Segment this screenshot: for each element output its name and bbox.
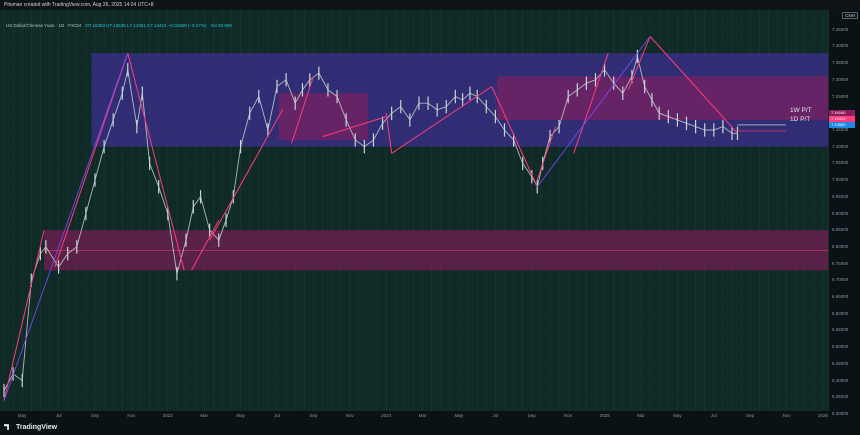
price-tick-label: 6.35000: [832, 394, 849, 400]
tradingview-logo[interactable]: TradingView: [4, 424, 57, 431]
symbol-legend: US Dollar/Chinese Yuan · 1D · FXCM O7.16…: [6, 23, 232, 28]
time-tick-label: Sep: [746, 413, 755, 418]
time-tick-label: May: [17, 413, 27, 418]
time-tick-label: Jul: [492, 413, 499, 418]
time-tick-label: May: [673, 413, 682, 418]
price-tick-label: 6.85000: [832, 227, 849, 233]
price-tick-label: 6.70000: [832, 277, 849, 283]
price-tick-label: 7.00000: [832, 177, 849, 183]
price-tick-label: 6.95000: [832, 193, 849, 199]
time-tick-label: 2025: [599, 413, 610, 418]
ohlc-values: O7.16383 H7.16535 L7.14361 C7.14424 −0.0…: [85, 23, 207, 28]
volume-value: Vol 82.55K: [210, 23, 233, 28]
publish-bar: Pituman created with TradingView.com, Au…: [0, 0, 860, 10]
price-tick-label: 6.40000: [832, 377, 849, 383]
price-tick-label: 6.80000: [832, 243, 849, 249]
price-tick-label: 6.50000: [832, 344, 849, 350]
price-tick-label: 7.30000: [832, 76, 849, 82]
symbol-name[interactable]: US Dollar/Chinese Yuan · 1D · FXCM: [6, 23, 81, 28]
time-tick-label: Mar: [418, 413, 427, 418]
time-tick-label: Mar: [200, 413, 209, 418]
time-tick-label: Nov: [127, 413, 136, 418]
time-tick-label: Mar: [637, 413, 645, 418]
time-tick-label: 2024: [381, 413, 392, 418]
footer: TradingView: [0, 421, 860, 435]
tradingview-logo-icon: [4, 424, 9, 431]
weekly-price-target-label: 1W P/T: [790, 107, 812, 114]
price-tick-label: 6.90000: [832, 210, 849, 216]
target-price-tag: 7.13550: [829, 122, 855, 128]
time-tick-label: May: [236, 413, 245, 418]
price-tick-label: 7.05000: [832, 160, 849, 166]
price-tick-label: 7.35000: [832, 60, 849, 66]
time-tick-label: Nov: [564, 413, 573, 418]
price-tick-label: 7.40000: [832, 43, 849, 49]
time-tick-label: Sep: [527, 413, 536, 418]
time-tick-label: Jul: [710, 413, 717, 418]
price-tick-label: 6.45000: [832, 360, 849, 366]
daily-price-target-label: 1D P/T: [790, 116, 811, 123]
time-tick-label: 2026: [817, 413, 829, 418]
channel-line: [3, 52, 129, 401]
price-tick-label: 6.30000: [832, 411, 849, 416]
time-tick-label: 2023: [162, 413, 173, 418]
price-tick-label: 7.45000: [832, 26, 849, 32]
currency-badge[interactable]: CNH: [842, 12, 858, 19]
time-tick-label: Jul: [55, 413, 62, 418]
price-tick-label: 7.10000: [832, 143, 849, 149]
time-tick-label: Jul: [274, 413, 280, 418]
price-tick-label: 6.55000: [832, 327, 849, 333]
price-tick-label: 7.25000: [832, 93, 849, 99]
time-tick-label: Sep: [90, 413, 100, 418]
price-tick-label: 6.60000: [832, 310, 849, 316]
price-chart[interactable]: [0, 10, 828, 411]
pink-zone-2023: [278, 93, 368, 140]
time-tick-label: Sep: [309, 413, 318, 418]
chart-plot-area[interactable]: US Dollar/Chinese Yuan · 1D · FXCM O7.16…: [0, 10, 828, 411]
upward-projection-line: [3, 230, 45, 401]
time-tick-label: May: [454, 413, 464, 418]
price-axis[interactable]: CNH 7.45000 7.40000 7.35000 7.30000 7.25000 7…: [828, 10, 860, 416]
price-tick-label: 6.75000: [832, 260, 849, 266]
brand-name: TradingView: [16, 424, 58, 431]
price-tick-label: 6.65000: [832, 294, 849, 300]
time-tick-label: Nov: [782, 413, 791, 418]
time-axis[interactable]: May Jul Sep Nov 2023 Mar May Jul Sep Nov 2024 Mar Ma…: [0, 411, 828, 421]
published-by-text: Pituman created with TradingView.com, Au…: [4, 2, 154, 8]
time-tick-label: Nov: [345, 413, 354, 418]
pink-zone-2024: [497, 76, 828, 120]
